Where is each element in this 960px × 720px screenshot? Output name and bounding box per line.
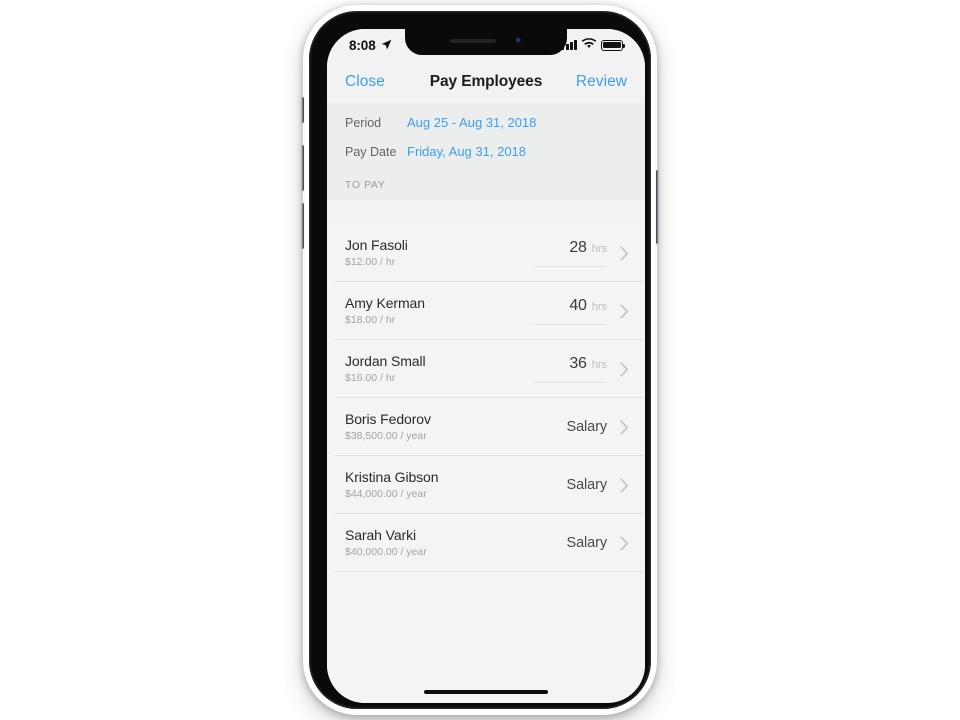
chevron-right-icon[interactable] [607, 535, 629, 551]
employee-rate: $38,500.00 / year [345, 430, 427, 443]
employee-row[interactable]: Jordan Small $16.00 / hr 36 hrs [327, 340, 645, 398]
speaker-grille-icon [449, 38, 496, 43]
employee-row[interactable]: Jon Fasoli $12.00 / hr 28 hrs [327, 224, 645, 282]
close-button[interactable]: Close [345, 73, 385, 91]
hours-value: 40 [569, 297, 587, 314]
employee-name: Sarah Varki [345, 526, 417, 543]
employee-pay-cell: Salary [535, 535, 629, 551]
employee-info: Boris Fedorov $38,500.00 / year [345, 411, 535, 443]
chevron-right-icon[interactable] [607, 245, 629, 261]
phone-body: 8:08 Close Pay Employees Review Period A… [309, 11, 651, 709]
employee-rate: $18.00 / hr [345, 314, 396, 327]
employee-name: Boris Fedorov [345, 410, 431, 427]
employee-rate: $44,000.00 / year [345, 488, 427, 501]
battery-icon [601, 39, 626, 51]
payroll-meta-header: Period Aug 25 - Aug 31, 2018 Pay Date Fr… [327, 103, 645, 200]
salary-label: Salary [566, 535, 608, 551]
pay-date-label: Pay Date [345, 145, 397, 159]
pay-date-row: Pay Date Friday, Aug 31, 2018 [327, 144, 645, 159]
notch [405, 29, 567, 55]
employee-row[interactable]: Kristina Gibson $44,000.00 / year Salary [327, 456, 645, 514]
salary-label: Salary [566, 419, 608, 435]
phone-screen: 8:08 Close Pay Employees Review Period A… [327, 29, 645, 703]
chevron-right-icon[interactable] [607, 477, 629, 493]
hours-input[interactable]: 28 hrs [535, 239, 607, 267]
volume-down-button[interactable] [301, 203, 304, 249]
employee-name: Jon Fasoli [345, 236, 408, 253]
employee-rate: $12.00 / hr [345, 256, 396, 269]
status-bar-right [561, 36, 626, 54]
status-time: 8:08 [349, 37, 376, 53]
location-arrow-icon [381, 38, 392, 53]
employee-info: Jon Fasoli $12.00 / hr [345, 237, 535, 269]
hours-input[interactable]: 36 hrs [535, 355, 607, 383]
salary-label: Salary [566, 477, 608, 493]
navigation-bar: Close Pay Employees Review [327, 61, 645, 103]
employee-pay-cell: 36 hrs [535, 355, 629, 383]
employee-row[interactable]: Sarah Varki $40,000.00 / year Salary [327, 514, 645, 572]
review-button[interactable]: Review [576, 73, 627, 91]
page-title: Pay Employees [429, 73, 543, 90]
hours-value: 28 [569, 239, 587, 256]
employee-list: Jon Fasoli $12.00 / hr 28 hrs Amy Kerman $18.… [327, 224, 645, 703]
employee-row[interactable]: Boris Fedorov $38,500.00 / year Salary [327, 398, 645, 456]
phone-frame: 8:08 Close Pay Employees Review Period A… [301, 5, 659, 715]
employee-pay-cell: 28 hrs [535, 239, 629, 267]
home-indicator[interactable] [424, 689, 548, 694]
hours-input[interactable]: 40 hrs [535, 297, 607, 325]
chevron-right-icon[interactable] [607, 419, 629, 435]
front-camera-icon [513, 36, 523, 45]
employee-info: Kristina Gibson $44,000.00 / year [345, 469, 535, 501]
period-label: Period [345, 116, 382, 130]
employee-pay-cell: Salary [535, 419, 629, 435]
employee-pay-cell: 40 hrs [535, 297, 629, 325]
employee-pay-cell: Salary [535, 477, 629, 493]
section-header-to-pay: TO PAY [345, 179, 386, 191]
employee-rate: $16.00 / hr [345, 372, 396, 385]
hours-unit-label: hrs [591, 243, 607, 255]
employee-info: Amy Kerman $18.00 / hr [345, 295, 535, 327]
power-button[interactable] [656, 170, 659, 244]
hours-unit-label: hrs [591, 359, 607, 371]
status-bar-left: 8:08 [349, 38, 392, 53]
employee-name: Amy Kerman [345, 294, 425, 311]
period-row: Period Aug 25 - Aug 31, 2018 [327, 115, 645, 130]
hours-value: 36 [569, 355, 587, 372]
employee-rate: $40,000.00 / year [345, 546, 427, 559]
volume-up-button[interactable] [301, 145, 304, 191]
chevron-right-icon[interactable] [607, 303, 629, 319]
pay-date-value[interactable]: Friday, Aug 31, 2018 [407, 144, 526, 159]
employee-info: Jordan Small $16.00 / hr [345, 353, 535, 385]
chevron-right-icon[interactable] [607, 361, 629, 377]
hours-unit-label: hrs [591, 301, 607, 313]
wifi-icon [581, 36, 597, 54]
employee-row[interactable]: Amy Kerman $18.00 / hr 40 hrs [327, 282, 645, 340]
employee-name: Kristina Gibson [345, 468, 439, 485]
period-value[interactable]: Aug 25 - Aug 31, 2018 [407, 115, 536, 130]
silent-switch-button[interactable] [301, 97, 304, 123]
employee-name: Jordan Small [345, 352, 426, 369]
employee-info: Sarah Varki $40,000.00 / year [345, 527, 535, 559]
